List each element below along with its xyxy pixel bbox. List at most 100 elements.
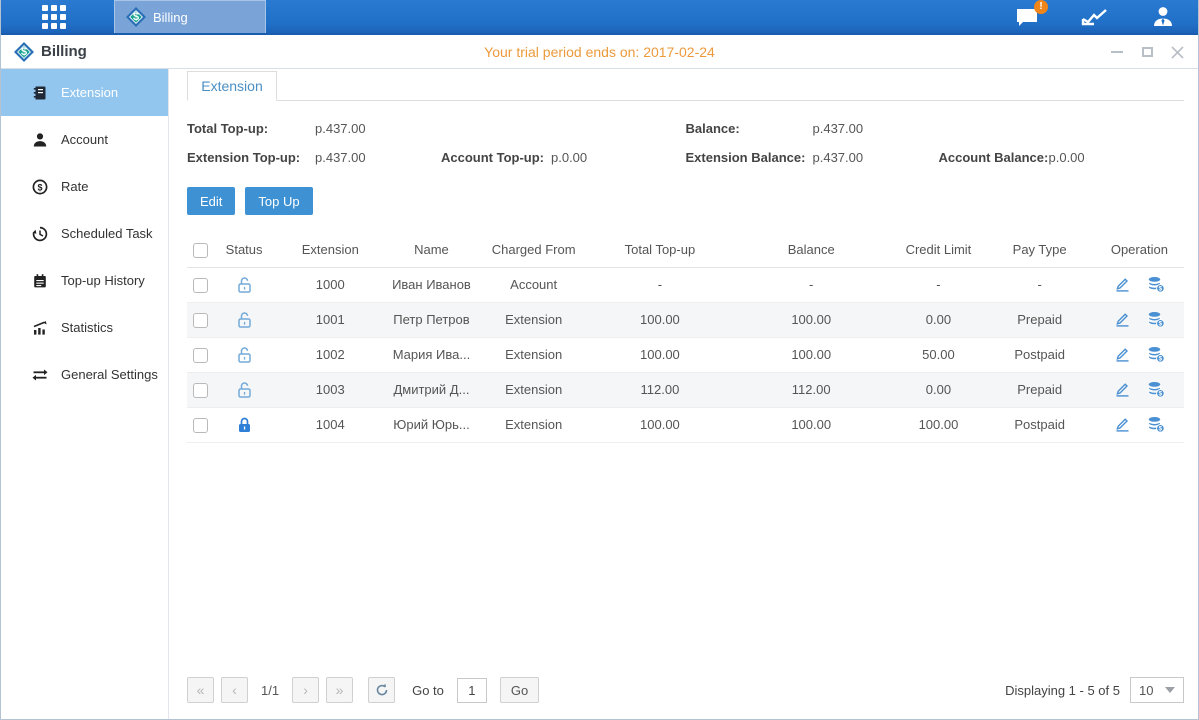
sidebar-item-scheduled-task[interactable]: Scheduled Task xyxy=(1,210,168,257)
summary-panel: Total Top-up: p.437.00 Extension Top-up:… xyxy=(187,121,1184,165)
window-title: Billing xyxy=(41,43,87,60)
top-up-button[interactable]: Top Up xyxy=(245,187,312,215)
edit-row-button[interactable] xyxy=(1114,311,1131,328)
charged-from-cell: Extension xyxy=(478,372,590,407)
goto-page-input[interactable] xyxy=(457,678,487,703)
sidebar-item-label: Rate xyxy=(61,179,88,194)
go-button[interactable]: Go xyxy=(500,677,539,703)
col-status: Status xyxy=(213,233,275,267)
tab-strip: Extension xyxy=(187,71,1184,101)
goto-label: Go to xyxy=(412,683,444,698)
pay-type-cell: Prepaid xyxy=(985,372,1095,407)
page-indicator: 1/1 xyxy=(261,683,279,698)
col-total-topup: Total Top-up xyxy=(590,233,730,267)
extension-balance-value: p.437.00 xyxy=(813,150,939,165)
edit-row-button[interactable] xyxy=(1114,416,1131,433)
edit-row-button[interactable] xyxy=(1114,276,1131,293)
status-cell xyxy=(213,337,275,372)
pencil-icon xyxy=(1114,381,1131,398)
unlocked-icon xyxy=(236,276,253,294)
user-icon xyxy=(1150,5,1176,29)
pay-type-cell: Postpaid xyxy=(985,337,1095,372)
row-checkbox[interactable] xyxy=(193,348,208,363)
row-checkbox[interactable] xyxy=(193,418,208,433)
next-page-button[interactable]: › xyxy=(292,677,319,703)
total-topup-cell: 100.00 xyxy=(590,407,730,442)
total-topup-cell: - xyxy=(590,267,730,302)
billing-logo-icon: $ xyxy=(127,8,145,26)
balance-cell: - xyxy=(730,267,892,302)
page-size-value: 10 xyxy=(1139,683,1153,698)
sidebar-item-general-settings[interactable]: General Settings xyxy=(1,351,168,398)
notification-badge: ! xyxy=(1034,0,1048,14)
tab-extension[interactable]: Extension xyxy=(187,71,277,101)
last-page-button[interactable]: » xyxy=(326,677,353,703)
sidebar-item-extension[interactable]: Extension xyxy=(1,69,168,116)
top-up-row-button[interactable]: $ xyxy=(1147,416,1165,433)
svg-text:$: $ xyxy=(1159,321,1163,328)
messages-button[interactable]: ! xyxy=(1012,4,1042,30)
extension-cell: 1004 xyxy=(275,407,385,442)
maximize-button[interactable] xyxy=(1140,45,1154,59)
sidebar-item-account[interactable]: Account xyxy=(1,116,168,163)
sidebar-item-rate[interactable]: $ Rate xyxy=(1,163,168,210)
main-content: Extension Total Top-up: p.437.00 Extensi… xyxy=(169,69,1198,719)
edit-row-button[interactable] xyxy=(1114,346,1131,363)
operation-cell: $ xyxy=(1095,267,1184,302)
table-header-row: Status Extension Name Charged From Total… xyxy=(187,233,1184,267)
close-button[interactable] xyxy=(1170,45,1184,59)
status-cell xyxy=(213,407,275,442)
extension-cell: 1001 xyxy=(275,302,385,337)
total-topup-label: Total Top-up: xyxy=(187,121,315,136)
credit-limit-cell: 100.00 xyxy=(892,407,984,442)
locked-icon xyxy=(236,416,253,434)
refresh-icon xyxy=(375,683,389,697)
col-operation: Operation xyxy=(1095,233,1184,267)
balance-label: Balance: xyxy=(686,121,813,136)
minimize-button[interactable] xyxy=(1110,45,1124,59)
row-checkbox[interactable] xyxy=(193,313,208,328)
operation-cell: $ xyxy=(1095,372,1184,407)
first-page-button[interactable]: « xyxy=(187,677,214,703)
extension-cell: 1002 xyxy=(275,337,385,372)
account-balance-value: p.0.00 xyxy=(1049,150,1085,165)
col-credit-limit: Credit Limit xyxy=(892,233,984,267)
sidebar: Extension Account $ Rate Scheduled Task xyxy=(1,69,169,719)
row-checkbox[interactable] xyxy=(193,383,208,398)
credit-limit-cell: 50.00 xyxy=(892,337,984,372)
extension-cell: 1000 xyxy=(275,267,385,302)
edit-button[interactable]: Edit xyxy=(187,187,235,215)
refresh-button[interactable] xyxy=(368,677,395,703)
top-up-row-button[interactable]: $ xyxy=(1147,381,1165,398)
billing-app-tab[interactable]: $ Billing xyxy=(114,0,266,33)
coins-icon: $ xyxy=(1147,416,1165,433)
billing-app-tab-label: Billing xyxy=(153,10,188,25)
coins-icon: $ xyxy=(1147,276,1165,293)
sidebar-item-topup-history[interactable]: Top-up History xyxy=(1,257,168,304)
edit-row-button[interactable] xyxy=(1114,381,1131,398)
line-chart-icon xyxy=(1081,6,1109,28)
charged-from-cell: Extension xyxy=(478,302,590,337)
unlocked-icon xyxy=(236,311,253,329)
top-up-row-button[interactable]: $ xyxy=(1147,276,1165,293)
name-cell: Юрий Юрь... xyxy=(385,407,477,442)
table-row: 1002 Мария Ива... Extension 100.00 100.0… xyxy=(187,337,1184,372)
chevron-down-icon xyxy=(1165,687,1175,693)
extension-balance-label: Extension Balance: xyxy=(686,150,813,165)
top-up-row-button[interactable]: $ xyxy=(1147,311,1165,328)
resource-monitor-button[interactable] xyxy=(1080,4,1110,30)
prev-page-button[interactable]: ‹ xyxy=(221,677,248,703)
select-all-checkbox[interactable] xyxy=(193,243,208,258)
sidebar-item-statistics[interactable]: Statistics xyxy=(1,304,168,351)
top-up-row-button[interactable]: $ xyxy=(1147,346,1165,363)
coins-icon: $ xyxy=(1147,381,1165,398)
charged-from-cell: Extension xyxy=(478,337,590,372)
row-checkbox[interactable] xyxy=(193,278,208,293)
page-size-select[interactable]: 10 xyxy=(1130,677,1184,703)
app-launcher-button[interactable] xyxy=(1,0,106,33)
pencil-icon xyxy=(1114,311,1131,328)
user-account-button[interactable] xyxy=(1148,4,1178,30)
unlocked-icon xyxy=(236,381,253,399)
pagination-bar: « ‹ 1/1 › » Go to Go Displaying 1 - 5 of… xyxy=(187,673,1184,719)
extension-cell: 1003 xyxy=(275,372,385,407)
